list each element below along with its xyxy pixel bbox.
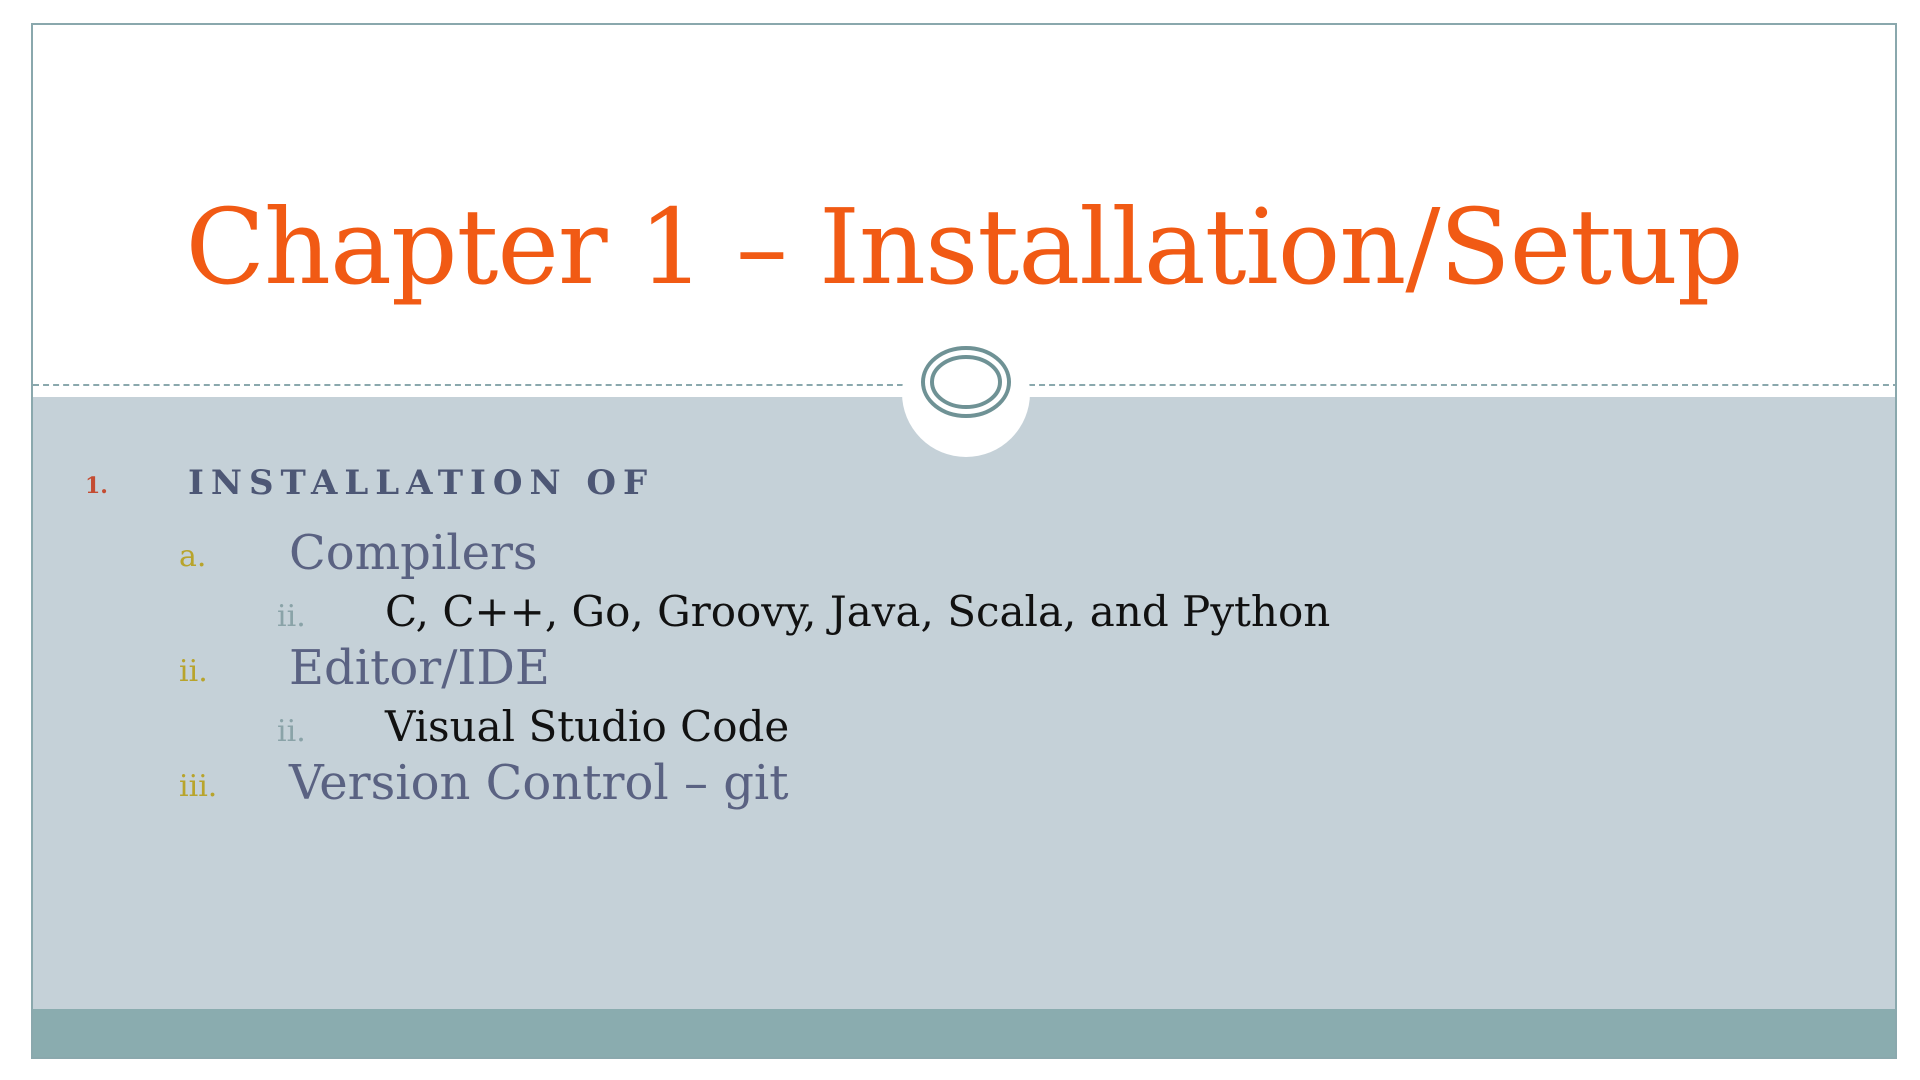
- list-marker: iii.: [179, 769, 218, 804]
- list-item-text: C, C++, Go, Groovy, Java, Scala, and Pyt…: [385, 587, 1331, 636]
- outline-list: 1. INSTALLATION OF a. Compilers ii. C, C…: [33, 25, 1895, 1057]
- list-item-text: Editor/IDE: [289, 640, 550, 696]
- list-item-text: INSTALLATION OF: [188, 463, 655, 503]
- slide: Chapter 1 – Installation/Setup 1. INSTAL…: [31, 23, 1897, 1059]
- list-marker: a.: [179, 539, 207, 574]
- list-item-text: Version Control – git: [289, 755, 789, 811]
- list-item-text: Compilers: [289, 525, 538, 581]
- list-marker: ii.: [277, 714, 306, 749]
- list-item-text: Visual Studio Code: [385, 702, 790, 751]
- list-marker: ii.: [179, 654, 208, 689]
- list-marker: ii.: [277, 599, 306, 634]
- list-marker: 1.: [85, 473, 108, 499]
